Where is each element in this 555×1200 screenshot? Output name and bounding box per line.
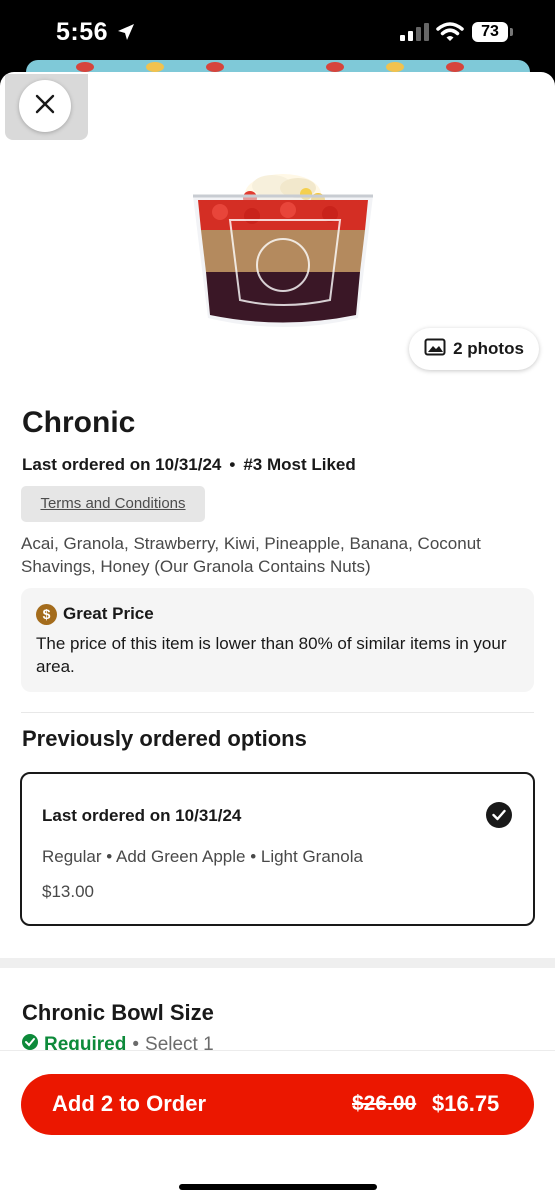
great-price-title: Great Price	[63, 604, 154, 623]
great-price-banner: $ Great Price The price of this item is …	[21, 588, 534, 692]
item-detail-sheet: 2 photos Chronic Last ordered on 10/31/2…	[0, 72, 555, 1200]
previous-options-heading: Previously ordered options	[22, 726, 307, 751]
previous-option-card[interactable]: Last ordered on 10/31/24 Regular • Add G…	[20, 772, 535, 926]
checkmark-circle-icon	[486, 802, 512, 828]
location-arrow-icon	[116, 22, 136, 47]
close-button[interactable]	[19, 80, 71, 132]
original-price: $26.00	[352, 1092, 417, 1115]
most-liked-rank: #3 Most Liked	[243, 455, 356, 474]
photos-button[interactable]: 2 photos	[409, 328, 539, 370]
signal-icon	[400, 23, 430, 46]
wifi-icon	[436, 21, 464, 48]
photos-label: 2 photos	[453, 339, 524, 358]
order-footer: Add 2 to Order $26.00 $16.75	[0, 1050, 555, 1200]
dollar-coin-icon: $	[36, 604, 57, 625]
great-price-text: The price of this item is lower than 80%…	[36, 634, 507, 676]
battery-tip	[510, 28, 513, 36]
battery-icon: 73	[472, 22, 508, 42]
last-ordered-text: Last ordered on 10/31/24	[22, 455, 222, 474]
terms-and-conditions-link[interactable]: Terms and Conditions	[21, 486, 205, 522]
status-time: 5:56	[56, 18, 109, 46]
option-card-details: Regular • Add Green Apple • Light Granol…	[42, 847, 363, 866]
discounted-price: $16.75	[432, 1091, 500, 1116]
home-indicator	[179, 1184, 377, 1190]
close-button-area	[5, 74, 88, 140]
item-description: Acai, Granola, Strawberry, Kiwi, Pineapp…	[21, 534, 481, 576]
meta-separator: •	[229, 455, 236, 474]
close-icon	[35, 94, 55, 119]
option-card-price: $13.00	[42, 882, 94, 901]
section-divider	[0, 958, 555, 968]
status-bar: 5:56 73	[0, 0, 555, 66]
option-card-title: Last ordered on 10/31/24	[42, 806, 242, 825]
product-image	[190, 150, 376, 332]
photo-icon	[424, 338, 446, 361]
add-to-order-label: Add 2 to Order	[52, 1091, 207, 1116]
divider	[21, 712, 534, 713]
bowl-size-heading: Chronic Bowl Size	[22, 1000, 214, 1025]
add-to-order-button[interactable]: Add 2 to Order $26.00 $16.75	[21, 1074, 534, 1135]
item-meta: Last ordered on 10/31/24 • #3 Most Liked	[22, 455, 356, 475]
item-title: Chronic	[22, 406, 136, 439]
